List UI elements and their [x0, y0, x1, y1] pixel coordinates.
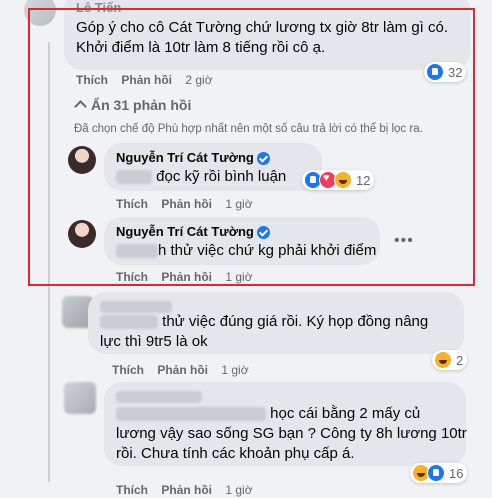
- reaction-count: 2: [456, 352, 464, 368]
- redacted-text: [116, 407, 266, 422]
- timestamp[interactable]: 1 giờ: [221, 363, 248, 377]
- reaction-summary[interactable]: 16: [410, 463, 468, 483]
- reply-button[interactable]: Phản hồi: [161, 483, 212, 497]
- highlight-box: [28, 8, 475, 286]
- like-button[interactable]: Thích: [112, 363, 144, 377]
- reply-text: lương vậy sao sống SG bạn ? Công ty 8h l…: [116, 425, 467, 442]
- reply-button[interactable]: Phản hồi: [157, 363, 208, 377]
- timestamp[interactable]: 1 giờ: [225, 483, 252, 497]
- like-button[interactable]: Thích: [116, 483, 148, 497]
- redacted-text: [100, 315, 158, 330]
- reply-actions: Thích Phản hồi 1 giờ: [116, 483, 253, 497]
- avatar[interactable]: [64, 382, 96, 414]
- reply-text: học cái bằng 2 mấy củ: [116, 404, 420, 424]
- reply-bubble: thử việc đúng giá rồi. Ký họp đồng nâng …: [88, 292, 464, 354]
- reply-text: thử việc đúng giá rồi. Ký họp đồng nâng: [100, 312, 428, 332]
- reply-bubble: học cái bằng 2 mấy củ lương vậy sao sống…: [104, 382, 467, 466]
- reply-text: rồi. Chưa tính các khoản phụ cấp á.: [116, 445, 355, 462]
- reaction-count: 16: [449, 465, 464, 481]
- like-reaction-icon: [427, 464, 445, 482]
- reply-text: lực thì 9tr5 là ok: [100, 333, 208, 350]
- reply-actions: Thích Phản hồi 1 giờ: [112, 363, 249, 377]
- haha-reaction-icon: [434, 351, 452, 369]
- reaction-summary[interactable]: 2: [432, 350, 468, 370]
